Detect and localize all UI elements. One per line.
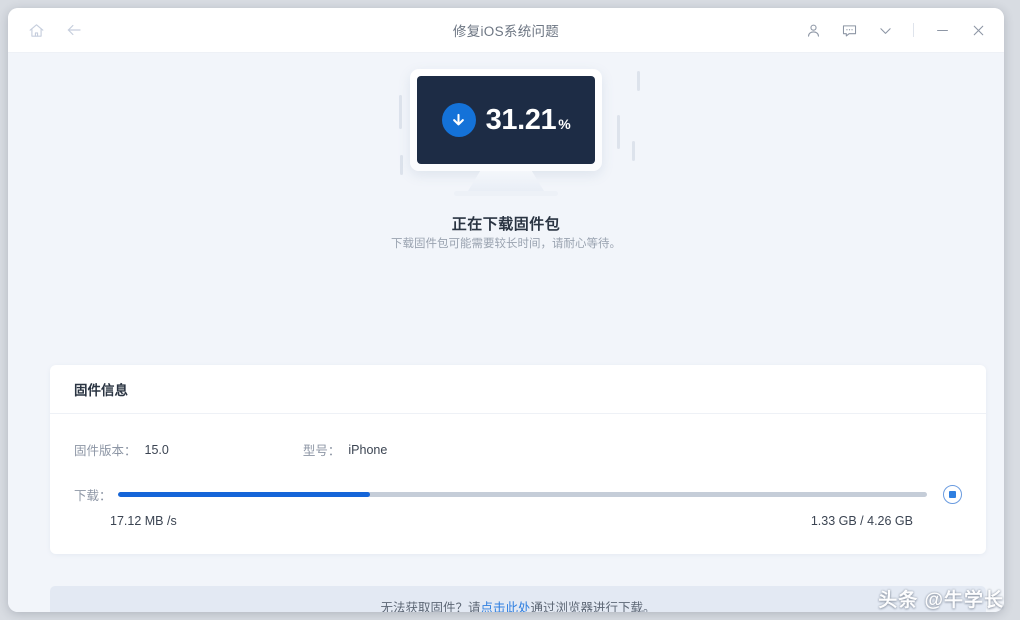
progress-bar-track[interactable] <box>117 492 927 497</box>
chevron-down-icon[interactable] <box>875 20 895 40</box>
card-body: 固件版本： 15.0 型号： iPhone 下载： 17.12 MB /s 1.… <box>50 414 986 554</box>
browser-download-banner: 无法获取固件？请 点击此处 通过浏览器进行下载。 <box>50 586 986 612</box>
download-arrow-icon <box>441 103 476 137</box>
percent-symbol: % <box>558 115 571 132</box>
status-title: 正在下载固件包 <box>451 216 561 233</box>
close-icon[interactable] <box>968 20 988 40</box>
download-progress-row: 下载： <box>74 485 962 504</box>
firmware-info-card: 固件信息 固件版本： 15.0 型号： iPhone 下载： 17.12 MB … <box>50 365 986 554</box>
banner-text-before: 无法获取固件？请 <box>380 600 481 613</box>
monitor-stand <box>468 171 544 191</box>
banner-text-after: 通过浏览器进行下载。 <box>530 600 656 613</box>
download-label: 下载： <box>74 489 112 503</box>
home-icon[interactable] <box>26 20 46 40</box>
app-window: 修复iOS系统问题 31.21 % 正在下载固件包 下载固件包可能需要较长时间，… <box>8 8 1004 612</box>
model-label: 型号： <box>302 444 341 458</box>
firmware-version-value: 15.0 <box>144 442 169 457</box>
percent-value: 31.21 <box>485 103 557 136</box>
user-icon[interactable] <box>803 20 823 40</box>
app-root: 修复iOS系统问题 31.21 % 正在下载固件包 下载固件包可能需要较长时间，… <box>0 0 1020 620</box>
chat-icon[interactable] <box>839 20 859 40</box>
download-stats: 17.12 MB /s 1.33 GB / 4.26 GB <box>74 514 962 528</box>
download-speed: 17.12 MB /s <box>110 514 177 528</box>
download-size: 1.33 GB / 4.26 GB <box>810 514 913 528</box>
minimize-icon[interactable] <box>932 20 952 40</box>
monitor-screen: 31.21% <box>417 76 595 164</box>
monitor-base <box>454 191 558 196</box>
main-content: 31.21% 正在下载固件包 下载固件包可能需要较长时间，请耐心等待。 固件信息… <box>8 53 1004 612</box>
firmware-meta-row: 固件版本： 15.0 型号： iPhone <box>74 440 962 459</box>
card-title: 固件信息 <box>50 365 986 414</box>
decor-tick <box>637 71 640 91</box>
titlebar-divider <box>913 23 914 37</box>
stop-button-icon[interactable] <box>943 485 962 504</box>
monitor-graphic: 31.21% <box>376 69 636 196</box>
download-illustration: 31.21% 正在下载固件包 下载固件包可能需要较长时间，请耐心等待。 <box>8 53 1004 285</box>
progress-bar-fill <box>117 492 371 497</box>
titlebar: 修复iOS系统问题 <box>8 8 1004 53</box>
titlebar-left-controls <box>8 20 84 40</box>
firmware-version-label: 固件版本： <box>74 444 137 458</box>
back-arrow-icon[interactable] <box>64 20 84 40</box>
model-value: iPhone <box>348 442 388 457</box>
click-here-link[interactable]: 点击此处 <box>480 597 530 613</box>
monitor-frame: 31.21% <box>410 69 602 171</box>
download-percent: 31.21% <box>485 103 571 136</box>
titlebar-right-controls <box>803 8 988 52</box>
status-subtitle: 下载固件包可能需要较长时间，请耐心等待。 <box>391 238 621 250</box>
